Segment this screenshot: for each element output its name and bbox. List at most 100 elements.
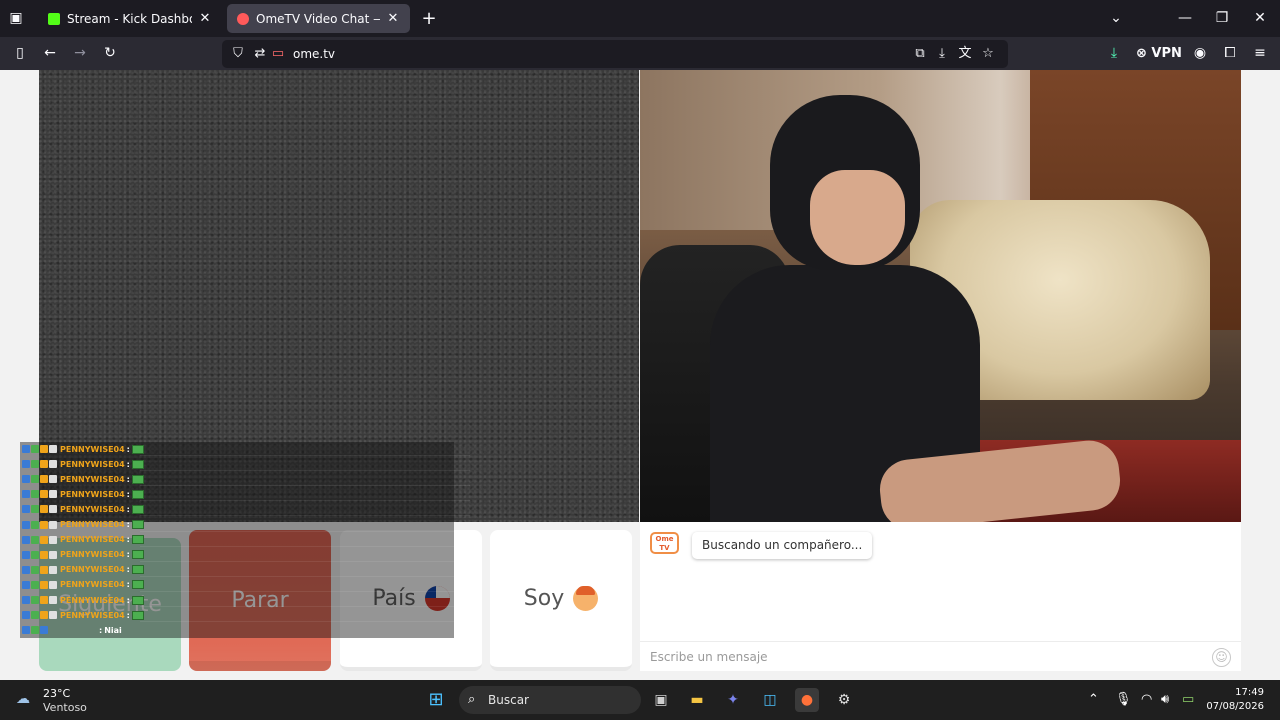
- battery-icon[interactable]: ▭: [1182, 690, 1194, 710]
- badge-icon: [40, 550, 48, 559]
- badge-icon: [49, 535, 57, 544]
- user-badges: [22, 626, 48, 635]
- vpn-button[interactable]: ⊗ VPN: [1136, 37, 1182, 70]
- overlay-username: PENNYWISE04: [60, 550, 125, 560]
- forward-arrow-icon[interactable]: →: [70, 37, 90, 70]
- badge-icon: [31, 490, 39, 499]
- shield-icon[interactable]: ⛉: [230, 40, 246, 68]
- close-tab-icon[interactable]: ✕: [386, 11, 400, 26]
- overlay-divider: [140, 500, 470, 502]
- overlay-separator: :: [126, 610, 130, 620]
- reload-icon[interactable]: ↻: [100, 37, 120, 70]
- overlay-separator: :: [126, 595, 130, 605]
- overlay-separator: :: [126, 504, 130, 514]
- chat-panel: Ome TV Buscando un compañero... Escribe u…: [640, 522, 1241, 671]
- user-badges: [22, 535, 57, 544]
- weather-wind-icon[interactable]: ☁: [16, 691, 36, 707]
- overlay-divider: [140, 575, 470, 577]
- hamburger-icon[interactable]: ≡: [1250, 37, 1270, 70]
- new-tab-icon[interactable]: +: [419, 0, 439, 37]
- screenshot-icon[interactable]: ⧉: [912, 40, 928, 68]
- emote-icon: [131, 489, 144, 499]
- steam-icon[interactable]: ⚙: [832, 688, 856, 712]
- windows-start-icon[interactable]: ⊞: [424, 688, 448, 712]
- badge-icon: [22, 611, 30, 620]
- overlay-chat-line: : Niai: [22, 623, 122, 637]
- user-badges: [22, 596, 57, 604]
- download-icon[interactable]: ⤓: [1104, 37, 1124, 70]
- user-badges: [22, 475, 57, 484]
- file-explorer-icon[interactable]: ▬: [685, 688, 709, 712]
- volume-icon[interactable]: 🔊︎: [1161, 690, 1169, 710]
- emoji-icon[interactable]: ☺: [1212, 648, 1231, 667]
- weather-description[interactable]: Ventoso: [43, 701, 87, 714]
- account-icon[interactable]: ◉: [1190, 37, 1210, 70]
- badge-icon: [22, 520, 30, 529]
- overlay-username: PENNYWISE04: [60, 520, 125, 529]
- overlay-chat-line: PENNYWISE04:: [22, 472, 144, 486]
- permissions-icon[interactable]: ⇄: [252, 40, 268, 68]
- close-tab-icon[interactable]: ✕: [198, 11, 212, 26]
- badge-icon: [22, 490, 30, 499]
- overlay-username: PENNYWISE04: [60, 489, 125, 499]
- message-input[interactable]: Escribe un mensaje ☺: [640, 641, 1241, 671]
- badge-icon: [40, 445, 48, 453]
- overlay-divider: [140, 560, 470, 562]
- firefox-icon[interactable]: ●: [795, 688, 819, 712]
- chevron-down-icon[interactable]: ⌄: [1106, 0, 1126, 37]
- clock-date: 07/08/2026: [1206, 701, 1264, 712]
- emote-icon: [131, 550, 144, 560]
- overlay-chat-line: PENNYWISE04:: [22, 502, 144, 516]
- address-bar[interactable]: ⛉ ⇄ ▭ ome.tv ⧉ ⤓ 文 ☆: [222, 40, 1008, 68]
- camera-icon[interactable]: ▭: [270, 40, 286, 68]
- tabs-list-icon[interactable]: ▣: [6, 0, 26, 37]
- back-arrow-icon[interactable]: ←: [40, 37, 60, 70]
- overlay-chat-line: PENNYWISE04:: [22, 518, 144, 532]
- video-person-face: [810, 170, 905, 265]
- overlay-chat-line: PENNYWISE04:: [22, 487, 144, 501]
- extensions-icon[interactable]: ⧠: [1220, 37, 1240, 70]
- badge-icon: [49, 445, 57, 453]
- badge-icon: [31, 505, 39, 514]
- overlay-divider: [140, 590, 470, 592]
- badge-icon: [49, 550, 57, 559]
- emote-icon: [131, 444, 144, 454]
- user-badges: [22, 520, 57, 529]
- badge-icon: [22, 596, 30, 604]
- tab-kick-dashboard[interactable]: Stream - Kick Dashboard ✕: [38, 4, 222, 33]
- microphone-icon[interactable]: 🎙︎: [1115, 690, 1132, 710]
- gender-button[interactable]: Soy: [490, 530, 632, 671]
- overlay-separator: :: [126, 489, 130, 499]
- badge-icon: [40, 626, 48, 635]
- taskbar-clock[interactable]: 17:49 07/08/2026: [1206, 686, 1264, 714]
- tray-overflow-icon[interactable]: ⌃: [1088, 690, 1099, 710]
- windows-taskbar: ☁ 23°C Ventoso ⊞ ⌕ Buscar ▣ ▬ ✦ ◫ ● ⚙ ⌃ …: [0, 680, 1280, 720]
- task-view-icon[interactable]: ▣: [649, 688, 673, 712]
- badge-icon: [40, 520, 48, 529]
- translate-icon[interactable]: 文: [957, 40, 973, 68]
- minimize-icon[interactable]: —: [1175, 0, 1195, 37]
- maximize-icon[interactable]: ❐: [1212, 0, 1232, 37]
- tab-title: OmeTV Video Chat — Omegle Alternative: [256, 11, 380, 26]
- badge-icon: [49, 460, 57, 469]
- overlay-separator: :: [126, 459, 130, 469]
- badge-icon: [49, 475, 57, 484]
- badge-icon: [31, 460, 39, 469]
- close-window-icon[interactable]: ✕: [1250, 0, 1270, 37]
- badge-icon: [40, 580, 48, 589]
- save-page-icon[interactable]: ⤓: [934, 40, 950, 68]
- teams-icon[interactable]: ✦: [721, 688, 745, 712]
- wifi-icon[interactable]: ◠: [1141, 690, 1152, 710]
- emote-icon: [131, 474, 144, 484]
- weather-temperature[interactable]: 23°C: [43, 687, 70, 700]
- store-icon[interactable]: ◫: [758, 688, 782, 712]
- sidebar-icon[interactable]: ▯: [10, 37, 30, 70]
- url-text[interactable]: ome.tv: [293, 40, 335, 68]
- overlay-separator: :: [126, 474, 130, 484]
- tab-ometv[interactable]: OmeTV Video Chat — Omegle Alternative ✕: [227, 4, 410, 33]
- user-badges: [22, 460, 57, 469]
- gender-button-label: Soy: [523, 586, 565, 611]
- ometv-favicon-icon: [237, 12, 249, 25]
- star-icon[interactable]: ☆: [980, 40, 996, 68]
- taskbar-search[interactable]: ⌕ Buscar: [459, 686, 641, 714]
